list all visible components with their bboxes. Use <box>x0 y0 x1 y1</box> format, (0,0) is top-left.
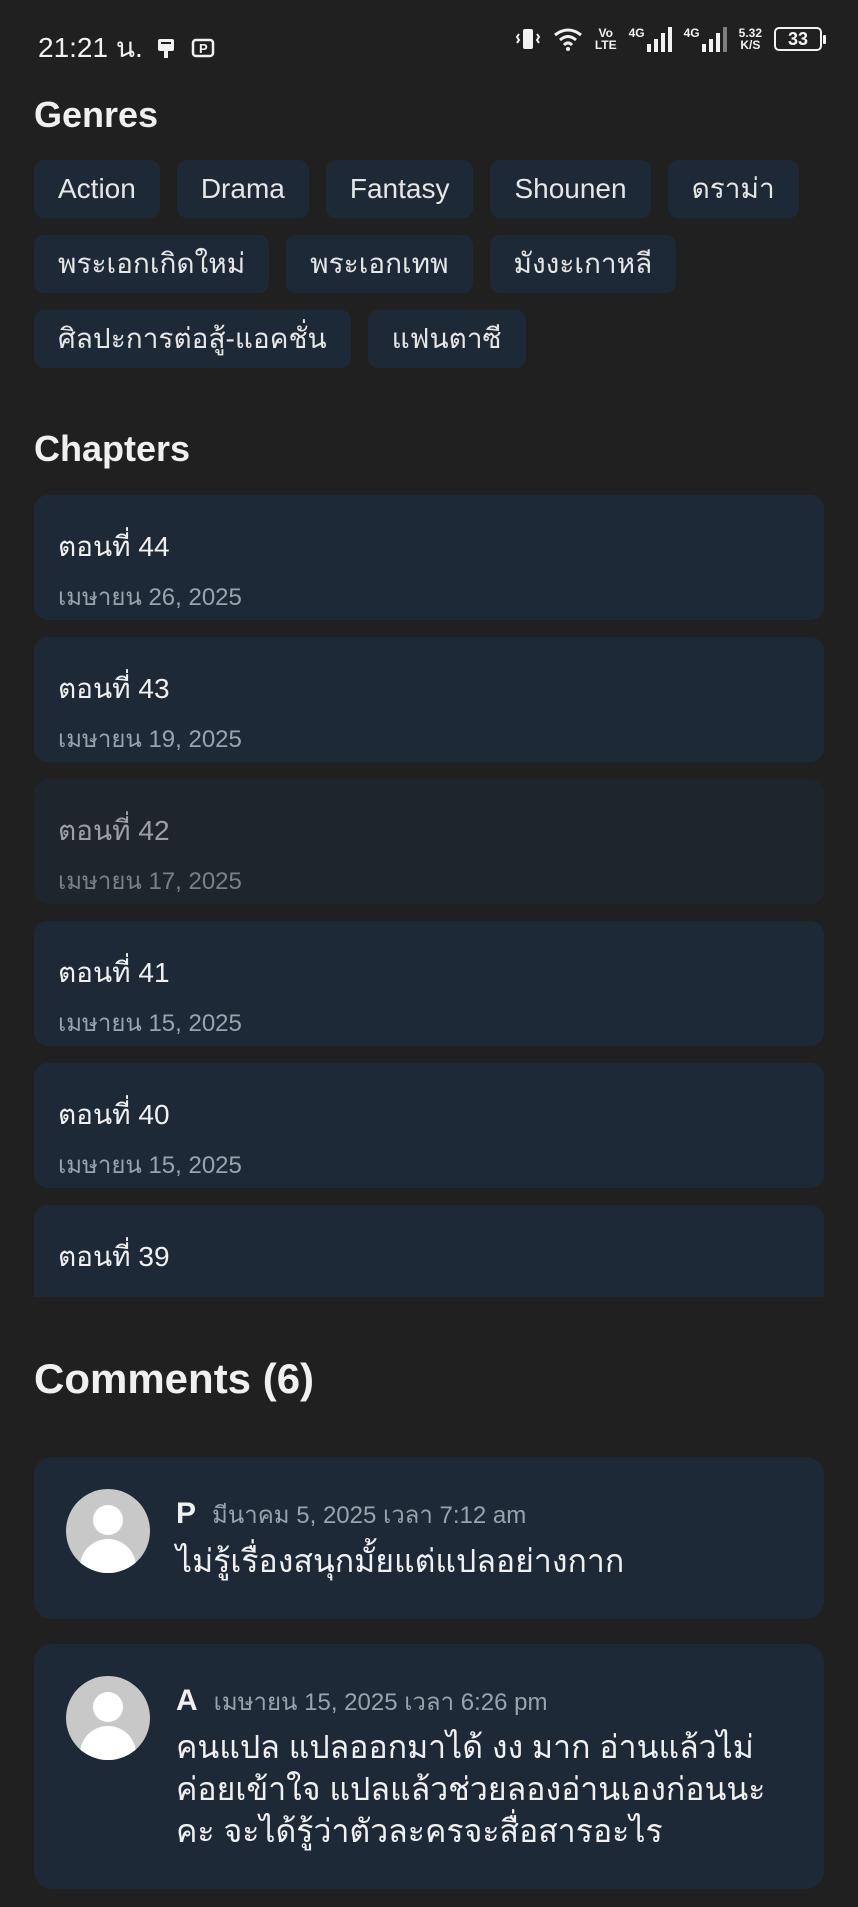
comment-text: ไม่รู้เรื่องสนุกมั้ยแต่แปลอย่างกาก <box>176 1543 625 1579</box>
wifi-icon <box>553 28 582 51</box>
notification-app-icon <box>157 39 174 58</box>
avatar-body-icon <box>80 1726 136 1760</box>
signal-1: 4G <box>629 26 672 52</box>
chapter-item[interactable]: ตอนที่ 41 เมษายน 15, 2025 <box>34 921 824 1046</box>
signal-bars-icon <box>701 26 727 52</box>
chapters-list[interactable]: ตอนที่ 44 เมษายน 26, 2025 ตอนที่ 43 เมษา… <box>34 495 824 1297</box>
genre-chip[interactable]: Drama <box>176 160 309 218</box>
genre-chip[interactable]: Action <box>34 160 160 218</box>
avatar-head-icon <box>93 1505 123 1535</box>
genre-chip[interactable]: พระเอกเทพ <box>286 235 473 293</box>
chapter-date: เมษายน 15, 2025 <box>58 1010 242 1037</box>
chapter-title: ตอนที่ 44 <box>58 531 170 562</box>
chapter-date: เมษายน 17, 2025 <box>58 868 242 895</box>
chapter-date: เมษายน 26, 2025 <box>58 584 242 611</box>
comment-card: P มีนาคม 5, 2025 เวลา 7:12 am ไม่รู้เรื่… <box>34 1457 824 1619</box>
comment-author: A <box>176 1684 198 1717</box>
signal-2: 4G <box>684 26 727 52</box>
comment-author: P <box>176 1497 197 1530</box>
chapter-item[interactable]: ตอนที่ 40 เมษายน 15, 2025 <box>34 1063 824 1188</box>
chapter-item[interactable]: ตอนที่ 39 เมษายน 15, 2025 <box>34 1205 824 1297</box>
status-bar: 21:21 น. P Vo LTE 4G 4G 5.32 K/S 33 <box>0 0 858 86</box>
genre-chip[interactable]: แฟนตาซี <box>367 310 526 368</box>
chapter-item-read[interactable]: ตอนที่ 42 เมษายน 17, 2025 <box>34 779 824 904</box>
chapter-date: เมษายน 19, 2025 <box>58 726 242 753</box>
network-speed: 5.32 K/S <box>738 26 762 52</box>
signal-bars-icon <box>646 26 672 52</box>
chapter-item[interactable]: ตอนที่ 43 เมษายน 19, 2025 <box>34 637 824 762</box>
comment-date: มีนาคม 5, 2025 เวลา 7:12 am <box>212 1502 527 1529</box>
volte-indicator: Vo LTE <box>594 26 617 52</box>
chapters-heading: Chapters <box>34 428 191 469</box>
avatar-head-icon <box>93 1692 123 1722</box>
comment-header: A เมษายน 15, 2025 เวลา 6:26 pm <box>176 1682 547 1721</box>
avatar-body-icon <box>80 1539 136 1573</box>
chapter-title: ตอนที่ 43 <box>58 673 170 704</box>
chapter-title: ตอนที่ 39 <box>58 1241 170 1272</box>
battery-icon: 33 <box>774 27 826 51</box>
genre-chip[interactable]: พระเอกเกิดใหม่ <box>34 235 270 293</box>
chapter-date: เมษายน 15, 2025 <box>58 1287 800 1297</box>
comment-header: P มีนาคม 5, 2025 เวลา 7:12 am <box>176 1495 526 1534</box>
genre-chip[interactable]: Shounen <box>490 160 651 218</box>
chapter-title: ตอนที่ 41 <box>58 957 170 988</box>
vibrate-icon <box>515 29 541 49</box>
notification-p-icon: P <box>191 38 215 58</box>
avatar <box>66 1676 150 1760</box>
genre-chip[interactable]: มังงะเกาหลี <box>489 235 677 293</box>
avatar <box>66 1489 150 1573</box>
genres-heading: Genres <box>34 94 159 135</box>
genre-chip[interactable]: ศิลปะการต่อสู้-แอคชั่น <box>34 310 351 368</box>
comment-date: เมษายน 15, 2025 เวลา 6:26 pm <box>213 1689 548 1716</box>
comment-text: คนแปล แปลออกมาได้ งง มาก อ่านแล้วไม่ค่อย… <box>176 1729 766 1849</box>
chapter-title: ตอนที่ 40 <box>58 1099 170 1130</box>
chapter-date: เมษายน 15, 2025 <box>58 1152 242 1179</box>
genre-chip[interactable]: ดราม่า <box>667 160 799 218</box>
comments-heading: Comments (6) <box>34 1355 315 1402</box>
status-time: 21:21 น. <box>38 32 143 63</box>
chapter-item[interactable]: ตอนที่ 44 เมษายน 26, 2025 <box>34 495 824 620</box>
svg-text:P: P <box>199 41 208 56</box>
genre-chip[interactable]: Fantasy <box>325 160 474 218</box>
genres-list: Action Drama Fantasy Shounen ดราม่า พระเ… <box>34 160 834 368</box>
comment-card: A เมษายน 15, 2025 เวลา 6:26 pm คนแปล แปล… <box>34 1644 824 1889</box>
chapter-title: ตอนที่ 42 <box>58 815 170 846</box>
